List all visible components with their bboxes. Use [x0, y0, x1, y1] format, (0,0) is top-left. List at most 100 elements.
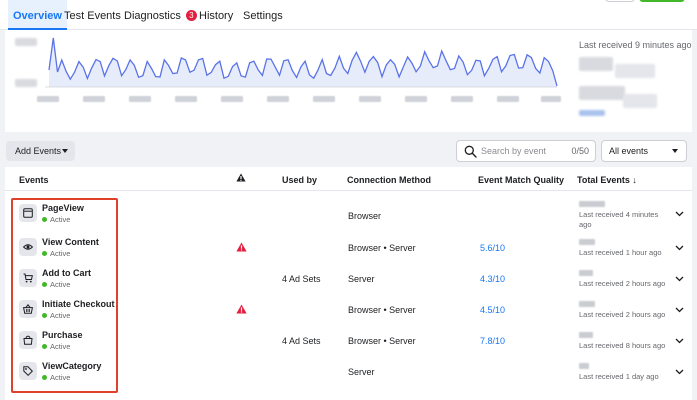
header-total-events[interactable]: Total Events ↓	[577, 175, 637, 185]
chevron-down-icon[interactable]	[675, 338, 684, 344]
tab-bar: Overview Test Events Diagnostics 3 Histor…	[0, 0, 697, 30]
tag-icon	[23, 366, 33, 376]
search-icon	[464, 145, 477, 158]
event-name: ViewCategory	[42, 361, 102, 371]
top-primary-button[interactable]	[639, 0, 685, 2]
event-status-label: Active	[50, 373, 71, 382]
connection-method: Server	[348, 274, 375, 284]
event-status-label: Active	[50, 215, 71, 224]
tab-test-events-label: Test Events	[64, 10, 121, 22]
table-row[interactable]: Initiate Checkout Active Browser • Serve…	[5, 295, 692, 326]
tab-history[interactable]: History	[199, 0, 233, 30]
tab-overview-label: Overview	[13, 10, 62, 22]
header-event-match-quality[interactable]: Event Match Quality	[478, 175, 564, 185]
chevron-down-icon[interactable]	[675, 211, 684, 217]
used-by[interactable]: 4 Ad Sets	[282, 336, 321, 346]
event-name: Add to Cart	[42, 268, 91, 278]
warning-icon[interactable]	[236, 242, 247, 252]
chevron-down-icon[interactable]	[675, 369, 684, 375]
add-events-label: Add Events	[15, 146, 62, 156]
chevron-down-icon[interactable]	[675, 307, 684, 313]
connection-method: Browser	[348, 211, 382, 221]
used-by[interactable]: 4 Ad Sets	[282, 274, 321, 284]
last-received-text: Last received 1 day ago	[579, 372, 659, 381]
detail-redacted	[579, 86, 625, 100]
browser-window-icon	[23, 208, 33, 218]
event-status: Active	[42, 342, 70, 351]
active-status-dot	[42, 281, 47, 287]
event-status-label: Active	[50, 342, 71, 351]
event-status-label: Active	[50, 311, 71, 320]
last-received-text: Last received 4 minutes ago	[579, 210, 659, 229]
event-name: PageView	[42, 203, 84, 213]
tab-settings-label: Settings	[243, 10, 283, 22]
x-tick-label-redacted	[451, 96, 473, 102]
x-tick-label-redacted	[175, 96, 197, 102]
link-redacted	[579, 110, 605, 116]
event-match-quality-link[interactable]: 4.3/10	[480, 274, 505, 284]
events-table: Events Used by Connection Method Event M…	[5, 167, 692, 400]
x-tick-label-redacted	[313, 96, 335, 102]
activity-chart-panel: Last received 9 minutes ago	[5, 30, 692, 132]
connection-method: Browser • Server	[348, 305, 416, 315]
chevron-down-icon[interactable]	[675, 245, 684, 251]
caret-down-icon	[62, 149, 68, 153]
chevron-down-icon[interactable]	[675, 276, 684, 282]
event-status: Active	[42, 373, 70, 382]
table-row[interactable]: ViewCategory Active Server Last received…	[5, 357, 692, 388]
x-tick-label-redacted	[359, 96, 381, 102]
tab-settings[interactable]: Settings	[243, 0, 283, 30]
active-status-dot	[42, 343, 47, 349]
event-name: Purchase	[42, 330, 83, 340]
total-count-redacted	[579, 332, 593, 338]
chevron-down-icon	[672, 149, 678, 153]
table-row[interactable]: PageView Active Browser Last received 4 …	[5, 199, 692, 230]
detail-redacted	[623, 94, 657, 108]
search-character-count: 0/50	[571, 146, 589, 156]
event-match-quality-link[interactable]: 5.6/10	[480, 243, 505, 253]
header-used-by[interactable]: Used by	[282, 175, 317, 185]
tab-overview[interactable]: Overview	[8, 0, 67, 30]
event-filter-value: All events	[609, 146, 649, 156]
search-input[interactable]	[481, 144, 561, 158]
total-count-redacted	[579, 270, 593, 276]
event-status: Active	[42, 215, 70, 224]
event-status-label: Active	[50, 280, 71, 289]
connection-method: Server	[348, 367, 375, 377]
header-events[interactable]: Events	[19, 175, 49, 185]
eye-icon	[23, 244, 33, 250]
x-tick-label-redacted	[405, 96, 427, 102]
table-row[interactable]: Add to Cart Active 4 Ad Sets Server 4.3/…	[5, 264, 692, 295]
connection-method: Browser • Server	[348, 336, 416, 346]
x-tick-label-redacted	[497, 96, 519, 102]
table-row[interactable]: View Content Active Browser • Server 5.6…	[5, 233, 692, 264]
add-events-button[interactable]: Add Events	[6, 141, 75, 161]
total-count-redacted	[579, 363, 589, 369]
last-received-text: Last received 2 hours ago	[579, 279, 666, 288]
total-count-redacted	[615, 64, 655, 78]
warning-icon[interactable]	[236, 304, 247, 314]
warning-column-icon	[236, 173, 246, 182]
x-tick-label-redacted	[37, 96, 59, 102]
event-search-box[interactable]: 0/50	[456, 140, 596, 162]
cart-icon	[23, 273, 33, 283]
last-received-text: Last received 8 hours ago	[579, 341, 666, 350]
last-received-text: Last received 2 hours ago	[579, 310, 666, 319]
event-filter-dropdown[interactable]: All events	[601, 140, 687, 162]
basket-icon	[23, 304, 33, 314]
tab-history-label: History	[199, 10, 234, 22]
x-tick-label-redacted	[267, 96, 289, 102]
tab-diagnostics[interactable]: Diagnostics 3	[124, 0, 197, 30]
header-connection-method[interactable]: Connection Method	[347, 175, 431, 185]
total-count-redacted	[579, 57, 613, 71]
table-row[interactable]: Purchase Active 4 Ad Sets Browser • Serv…	[5, 326, 692, 357]
x-tick-label-redacted	[129, 96, 151, 102]
chart-last-received: Last received 9 minutes ago	[579, 40, 692, 50]
event-match-quality-link[interactable]: 4.5/10	[480, 305, 505, 315]
active-status-dot	[42, 312, 47, 318]
top-secondary-button[interactable]	[605, 0, 635, 2]
active-status-dot	[42, 374, 47, 380]
tab-test-events[interactable]: Test Events	[64, 0, 121, 30]
total-count-redacted	[579, 301, 595, 307]
event-match-quality-link[interactable]: 7.8/10	[480, 336, 505, 346]
